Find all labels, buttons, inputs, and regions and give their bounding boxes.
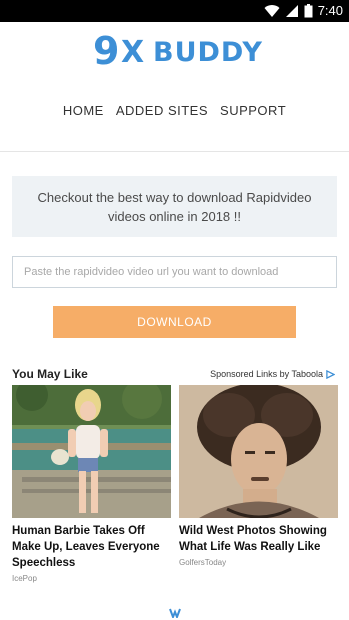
status-time: 7:40: [317, 3, 343, 18]
nav-added-sites[interactable]: ADDED SITES: [116, 103, 208, 118]
nav-support[interactable]: SUPPORT: [220, 103, 286, 118]
download-button[interactable]: DOWNLOAD: [53, 306, 296, 338]
recommendation-card[interactable]: Wild West Photos Showing What Life Was R…: [179, 385, 338, 567]
card-title[interactable]: Wild West Photos Showing What Life Was R…: [179, 523, 338, 555]
card-image: [179, 385, 338, 518]
footer-logo-icon: [169, 608, 181, 618]
battery-icon: [304, 3, 313, 17]
sponsored-text: Sponsored Links by Taboola: [210, 369, 323, 379]
promo-text: Checkout the best way to download Rapidv…: [37, 190, 312, 224]
logo-buddy: BUDDY: [153, 37, 263, 68]
recommendations-heading: You May Like: [12, 367, 88, 381]
status-bar: 7:40: [0, 0, 349, 22]
main-nav: HOME ADDED SITES SUPPORT: [0, 103, 349, 118]
promo-banner: Checkout the best way to download Rapidv…: [12, 176, 337, 237]
wild-west-photo: [179, 385, 338, 518]
nav-home[interactable]: HOME: [63, 103, 104, 118]
video-url-input[interactable]: [12, 256, 337, 288]
adchoices-icon: [326, 369, 335, 379]
card-title[interactable]: Human Barbie Takes Off Make Up, Leaves E…: [12, 523, 171, 571]
card-image: [12, 385, 171, 518]
header-divider: [0, 151, 349, 152]
signal-icon: [285, 4, 298, 17]
wifi-icon: [264, 4, 280, 17]
card-source: IcePop: [12, 574, 37, 583]
card-source: GolfersToday: [179, 558, 227, 567]
barbie-photo: [12, 385, 171, 518]
recommendation-card[interactable]: Human Barbie Takes Off Make Up, Leaves E…: [12, 385, 171, 583]
site-logo[interactable]: 9 X BUDDY: [93, 29, 262, 73]
logo-nine: 9: [93, 29, 120, 73]
status-icons: 7:40: [264, 3, 343, 18]
logo-x: X: [121, 35, 145, 70]
sponsored-link[interactable]: Sponsored Links by Taboola: [210, 369, 335, 379]
